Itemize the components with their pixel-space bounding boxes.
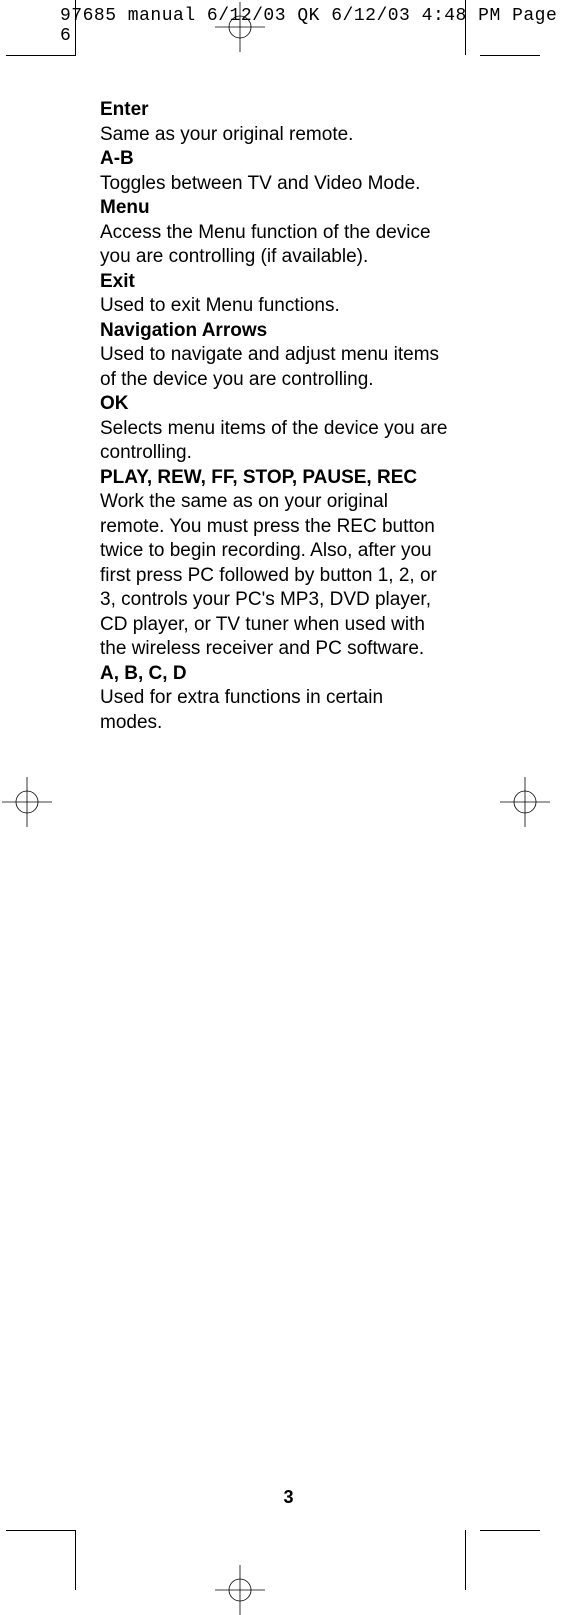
document-header: 97685 manual 6/12/03 QK 6/12/03 4:48 PM …	[60, 6, 577, 46]
entry-title: Enter	[100, 99, 149, 120]
entry-title: OK	[100, 393, 129, 414]
page-body: Enter Same as your original remote. A-B …	[100, 98, 450, 735]
entry-body: Access the Menu function of the device y…	[100, 221, 450, 270]
entry-title: Navigation Arrows	[100, 320, 267, 341]
crop-mark	[480, 1530, 540, 1531]
entry-title: PLAY, REW, FF, STOP, PAUSE, REC	[100, 467, 417, 488]
crop-mark	[480, 55, 540, 56]
entry-title: Menu	[100, 197, 150, 218]
entry-body: Same as your original remote.	[100, 123, 450, 148]
crop-mark	[465, 0, 466, 55]
entry-body: Toggles between TV and Video Mode.	[100, 172, 450, 197]
crop-mark	[465, 1530, 466, 1590]
entry-body: Used for extra functions in certain mode…	[100, 686, 450, 735]
entry-title: A, B, C, D	[100, 663, 187, 684]
entry-body: Used to exit Menu functions.	[100, 294, 450, 319]
entry-body: Selects menu items of the device you are…	[100, 417, 450, 466]
entry-title: A-B	[100, 148, 134, 169]
crop-mark	[75, 0, 76, 55]
registration-mark-icon	[2, 777, 52, 827]
registration-mark-icon	[215, 2, 265, 52]
entry-body: Work the same as on your original remote…	[100, 490, 450, 662]
entry-title: Exit	[100, 271, 135, 292]
crop-mark	[75, 1530, 76, 1590]
page-number: 3	[0, 1487, 577, 1508]
registration-mark-icon	[500, 777, 550, 827]
entry-body: Used to navigate and adjust menu items o…	[100, 343, 450, 392]
crop-mark	[6, 55, 76, 56]
crop-mark	[6, 1530, 76, 1531]
registration-mark-icon	[215, 1565, 265, 1615]
